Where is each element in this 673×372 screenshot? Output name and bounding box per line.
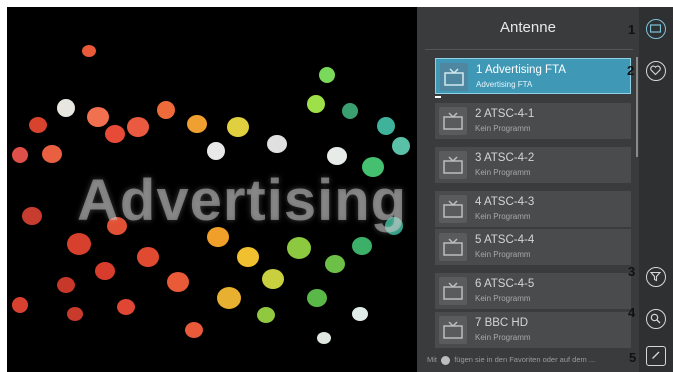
channel-name: 6 ATSC-4-5 [475, 278, 535, 290]
channel-name: 2 ATSC-4-1 [475, 108, 535, 120]
tv-icon [439, 195, 467, 223]
channel-program: Kein Programm [475, 212, 531, 221]
tv-icon [439, 107, 467, 135]
tv-icon [439, 233, 467, 261]
channel-item-3[interactable]: 3 ATSC-4-2 Kein Programm [435, 147, 631, 183]
tv-icon [439, 277, 467, 305]
channel-program: Advertising FTA [476, 80, 533, 89]
channel-name: 1 Advertising FTA [476, 64, 566, 76]
channel-item-5[interactable]: 5 ATSC-4-4 Kein Programm [435, 229, 631, 265]
progress-indicator [435, 96, 441, 98]
edit-icon[interactable] [646, 346, 666, 366]
tv-icon [439, 316, 467, 344]
action-sidebar [639, 7, 673, 372]
video-preview: Advertising [7, 7, 417, 372]
video-overlay-text: Advertising [77, 168, 408, 233]
channel-program: Kein Programm [475, 294, 531, 303]
filter-icon[interactable] [646, 267, 666, 287]
callout-3: 3 [628, 264, 636, 279]
search-icon[interactable] [646, 309, 666, 329]
scrollbar[interactable] [636, 57, 638, 157]
channel-item-6[interactable]: 6 ATSC-4-5 Kein Programm [435, 273, 631, 309]
callout-5: 5 [629, 350, 637, 365]
channel-item-7[interactable]: 7 BBC HD Kein Programm [435, 312, 631, 348]
callout-4: 4 [628, 305, 636, 320]
tv-icon [439, 151, 467, 179]
channel-name: 7 BBC HD [475, 317, 529, 329]
channel-item-2[interactable]: 2 ATSC-4-1 Kein Programm [435, 103, 631, 139]
channel-program: Kein Programm [475, 168, 531, 177]
channel-name: 5 ATSC-4-4 [475, 234, 535, 246]
panel-title: Antenne [500, 19, 556, 36]
channel-list-panel: Antenne 1 Advertising FTA Advertising FT… [417, 7, 639, 372]
channel-program: Kein Programm [475, 124, 531, 133]
heart-icon[interactable] [646, 61, 666, 81]
channel-name: 4 ATSC-4-3 [475, 196, 535, 208]
callout-1: 1 [628, 22, 636, 37]
tv-icon [440, 63, 468, 91]
channel-item-1[interactable]: 1 Advertising FTA Advertising FTA [435, 58, 631, 94]
channel-item-4[interactable]: 4 ATSC-4-3 Kein Programm [435, 191, 631, 227]
help-hint: Mit fügen sie in den Favoriten oder auf … [427, 355, 635, 365]
tv-screen: Advertising Antenne 1 Advertising FTA Ad… [7, 7, 673, 372]
channel-program: Kein Programm [475, 333, 531, 342]
divider [425, 49, 633, 50]
hint-suffix: fügen sie in den Favoriten oder auf dem … [454, 355, 596, 364]
ok-button-icon [441, 355, 451, 365]
channel-name: 3 ATSC-4-2 [475, 152, 535, 164]
channel-program: Kein Programm [475, 250, 531, 259]
tv-icon[interactable] [646, 19, 666, 39]
callout-2: 2 [627, 63, 635, 78]
hint-prefix: Mit [427, 355, 437, 364]
